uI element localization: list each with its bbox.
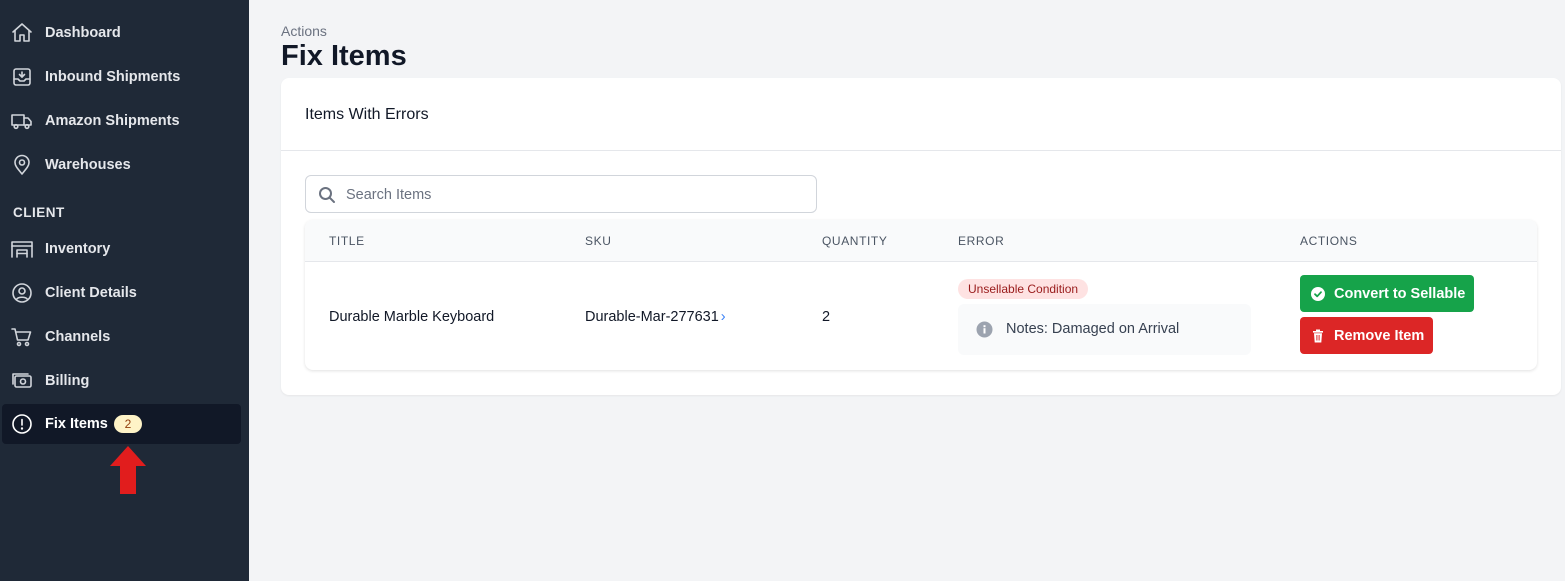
breadcrumb[interactable]: Actions: [281, 23, 327, 39]
sidebar-item-warehouses[interactable]: Warehouses: [2, 145, 241, 185]
search-box[interactable]: [305, 175, 817, 213]
inbox-download-icon: [10, 65, 34, 89]
map-pin-icon: [10, 153, 34, 177]
errors-table: TITLE SKU QUANTITY ERROR ACTIONS Durable…: [305, 220, 1537, 370]
sidebar-item-inventory[interactable]: Inventory: [2, 229, 241, 269]
remove-item-button[interactable]: Remove Item: [1300, 317, 1433, 354]
warehouse-icon: [10, 237, 34, 261]
sku-link[interactable]: Durable-Mar-277631 ›: [585, 309, 726, 325]
sku-value: Durable-Mar-277631: [585, 309, 719, 325]
sidebar-item-label: Inbound Shipments: [45, 69, 181, 85]
item-quantity: 2: [822, 309, 831, 325]
items-with-errors-card: Items With Errors TITLE SKU QUANTITY ERR…: [281, 78, 1561, 395]
exclamation-circle-icon: [10, 412, 34, 436]
sidebar-item-inbound-shipments[interactable]: Inbound Shipments: [2, 57, 241, 97]
search-input[interactable]: [346, 184, 806, 206]
column-header-error: ERROR: [958, 234, 1005, 248]
check-circle-icon: [1311, 286, 1325, 301]
truck-icon: [10, 109, 34, 133]
sidebar-section-label: CLIENT: [13, 205, 65, 220]
sidebar: Dashboard Inbound Shipments Amazon Shipm…: [0, 0, 249, 581]
convert-to-sellable-button[interactable]: Convert to Sellable: [1300, 275, 1474, 312]
fix-items-count-badge: 2: [114, 415, 142, 433]
sidebar-item-label: Inventory: [45, 241, 111, 257]
sidebar-item-label: Billing: [45, 373, 90, 389]
sidebar-item-client-details[interactable]: Client Details: [2, 273, 241, 313]
info-icon: [976, 321, 993, 338]
cart-icon: [10, 325, 34, 349]
trash-icon: [1311, 329, 1325, 343]
item-title: Durable Marble Keyboard: [329, 309, 495, 325]
annotation-arrow-icon: [110, 446, 146, 494]
convert-button-label: Convert to Sellable: [1334, 285, 1466, 302]
search-icon: [318, 186, 336, 204]
sidebar-item-label: Channels: [45, 329, 111, 345]
column-header-quantity: QUANTITY: [822, 234, 888, 248]
sidebar-item-billing[interactable]: Billing: [2, 361, 241, 401]
card-title: Items With Errors: [305, 106, 429, 123]
column-header-actions: ACTIONS: [1300, 234, 1358, 248]
chevron-right-icon: ›: [720, 309, 726, 325]
sidebar-item-label: Client Details: [45, 285, 137, 301]
sidebar-item-label: Amazon Shipments: [45, 113, 180, 129]
remove-button-label: Remove Item: [1334, 327, 1425, 344]
sidebar-item-fix-items[interactable]: Fix Items 2: [2, 404, 241, 444]
home-icon: [10, 21, 34, 45]
sidebar-item-label: Fix Items: [45, 416, 108, 432]
sidebar-item-dashboard[interactable]: Dashboard: [2, 13, 241, 53]
error-badge: Unsellable Condition: [958, 279, 1089, 299]
card-header: Items With Errors: [281, 78, 1561, 151]
sidebar-item-label: Warehouses: [45, 157, 131, 173]
error-note: Notes: Damaged on Arrival: [958, 304, 1251, 355]
sidebar-item-label: Dashboard: [45, 25, 121, 41]
table-header: TITLE SKU QUANTITY ERROR ACTIONS: [305, 220, 1537, 262]
user-circle-icon: [10, 281, 34, 305]
page-title: Fix Items: [281, 40, 407, 72]
cash-icon: [10, 369, 34, 393]
error-note-text: Notes: Damaged on Arrival: [1006, 321, 1180, 337]
column-header-sku: SKU: [585, 234, 612, 248]
sidebar-item-channels[interactable]: Channels: [2, 317, 241, 357]
column-header-title: TITLE: [329, 234, 365, 248]
sidebar-item-amazon-shipments[interactable]: Amazon Shipments: [2, 101, 241, 141]
